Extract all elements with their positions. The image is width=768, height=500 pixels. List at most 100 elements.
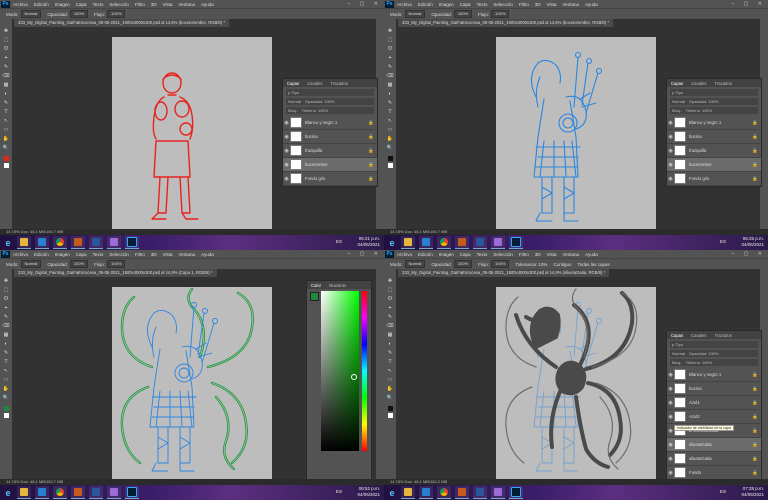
window-controls[interactable]: – ▢ ✕	[348, 1, 382, 7]
document-tab[interactable]: 333_My_Digital_Painting_GaiFaEscocesa_05…	[14, 269, 217, 277]
language-indicator[interactable]: ES	[336, 239, 342, 244]
eye-icon[interactable]: ◉	[667, 372, 674, 378]
layer-row[interactable]: ◉ frazquilla 🔒	[667, 144, 761, 158]
shape-icon[interactable]: □	[387, 127, 394, 133]
opacity-input[interactable]: 100%	[69, 10, 89, 18]
panel-tab[interactable]: Canales	[307, 81, 322, 86]
move-icon[interactable]: ✥	[387, 28, 394, 34]
text-icon[interactable]: T	[3, 109, 10, 115]
menu-item[interactable]: Capa	[76, 252, 87, 257]
app-icon[interactable]	[455, 486, 469, 499]
canvas[interactable]	[112, 37, 272, 229]
brush-icon[interactable]: ✎	[387, 64, 394, 70]
photoshop-icon[interactable]	[125, 486, 139, 499]
lasso-icon[interactable]: ʘ	[387, 296, 394, 302]
clock[interactable]: 07:28 p.m. 04/05/2021	[741, 486, 764, 498]
language-indicator[interactable]: ES	[336, 489, 342, 494]
menu-item[interactable]: Vista	[547, 252, 557, 257]
canvas[interactable]	[112, 287, 272, 479]
mode-select[interactable]: Normal	[404, 260, 426, 268]
menu-item[interactable]: Archivo	[397, 2, 412, 7]
menu-item[interactable]: Selección	[493, 2, 513, 7]
layer-row[interactable]: ◉ Fondo 🔒	[667, 466, 761, 480]
window-controls[interactable]: – ▢ ✕	[348, 251, 382, 257]
word-icon[interactable]	[89, 236, 103, 249]
panel-tab[interactable]: Capas	[671, 81, 683, 86]
layer-filter[interactable]: ρ Tipo	[286, 89, 374, 96]
media-icon[interactable]	[419, 236, 433, 249]
gradient-icon[interactable]: ▦	[3, 82, 10, 88]
document-tab[interactable]: 333_My_Digital_Painting_GaiFaEscocesa_05…	[398, 19, 613, 27]
crop-icon[interactable]: ⌖	[3, 305, 10, 311]
photoshop-icon[interactable]	[509, 236, 523, 249]
folder-icon[interactable]	[17, 486, 31, 499]
layer-row[interactable]: ◉ Azul2 🔒	[667, 410, 761, 424]
layer-row[interactable]: ◉ siluetaGaita 🔒	[667, 452, 761, 466]
dodge-icon[interactable]: ◐	[3, 341, 10, 347]
brush-icon[interactable]: ✎	[3, 314, 10, 320]
text-icon[interactable]: T	[387, 359, 394, 365]
tolerance-label[interactable]: Tolerancia: 10%	[515, 262, 547, 267]
menu-item[interactable]: Texto	[477, 252, 488, 257]
menu-item[interactable]: 3D	[535, 252, 541, 257]
menu-item[interactable]: Ventana	[179, 252, 196, 257]
crop-icon[interactable]: ⌖	[387, 305, 394, 311]
crop-icon[interactable]: ⌖	[3, 55, 10, 61]
menu-item[interactable]: Imagen	[55, 2, 70, 7]
menu-item[interactable]: Texto	[93, 252, 104, 257]
color-field[interactable]	[321, 291, 359, 451]
marquee-icon[interactable]: ⬚	[387, 37, 394, 43]
panel-tab[interactable]: Trazados	[714, 333, 731, 338]
eye-icon[interactable]: ◉	[283, 134, 290, 140]
zoom-icon[interactable]: 🔍	[387, 395, 394, 401]
word-icon[interactable]	[473, 486, 487, 499]
eye-icon[interactable]: ◉	[667, 414, 674, 420]
paint-icon[interactable]	[107, 486, 121, 499]
menu-item[interactable]: Ayuda	[201, 252, 214, 257]
marquee-icon[interactable]: ⬚	[387, 287, 394, 293]
paint-icon[interactable]	[491, 486, 505, 499]
mode-select[interactable]: Normal	[404, 10, 426, 18]
pen-icon[interactable]: ✎	[3, 350, 10, 356]
shape-icon[interactable]: □	[3, 127, 10, 133]
text-icon[interactable]: T	[387, 109, 394, 115]
word-icon[interactable]	[473, 236, 487, 249]
lasso-icon[interactable]: ʘ	[3, 46, 10, 52]
eye-icon[interactable]: ◉	[283, 162, 290, 168]
panel-tab[interactable]: Capas	[671, 333, 683, 338]
panel-tab[interactable]: Capas	[287, 81, 299, 86]
hand-icon[interactable]: ✋	[387, 386, 394, 392]
panel-tab[interactable]: Muestras	[329, 283, 346, 288]
layer-row[interactable]: ◉ Fondo gris 🔒	[283, 172, 377, 186]
blend-mode-select[interactable]: Normal Opacidad: 100%	[670, 98, 758, 105]
gradient-icon[interactable]: ▦	[3, 332, 10, 338]
pen-icon[interactable]: ✎	[3, 100, 10, 106]
move-icon[interactable]: ✥	[3, 278, 10, 284]
media-icon[interactable]	[419, 486, 433, 499]
layer-row[interactable]: ◉ bocetombre 🔒	[283, 158, 377, 172]
opacity-input[interactable]: 100%	[69, 260, 89, 268]
flow-input[interactable]: 100%	[491, 260, 510, 268]
opacity-input[interactable]: 100%	[453, 10, 473, 18]
folder-icon[interactable]	[401, 236, 415, 249]
panel-tab[interactable]: Color	[311, 283, 321, 288]
eye-icon[interactable]: ◉	[667, 386, 674, 392]
language-indicator[interactable]: ES	[720, 489, 726, 494]
current-color-swatch[interactable]	[310, 292, 319, 301]
menu-item[interactable]: Archivo	[13, 2, 28, 7]
background-color-swatch[interactable]	[3, 413, 9, 418]
zoom-icon[interactable]: 🔍	[3, 145, 10, 151]
clock[interactable]: 06:21 p.m. 04/05/2021	[357, 236, 380, 248]
menu-item[interactable]: Filtro	[135, 2, 145, 7]
blend-mode-select[interactable]: Normal Opacidad: 100%	[286, 98, 374, 105]
panel-tab[interactable]: Trazados	[330, 81, 347, 86]
path-select-icon[interactable]: ↖	[387, 118, 394, 124]
language-indicator[interactable]: ES	[720, 239, 726, 244]
menu-item[interactable]: Archivo	[13, 252, 28, 257]
layer-row[interactable]: ◉ frazquilla 🔒	[283, 144, 377, 158]
layer-row[interactable]: ◉ siluetaGaita 🔒	[667, 438, 761, 452]
menu-item[interactable]: Ayuda	[585, 2, 598, 7]
gradient-icon[interactable]: ▦	[387, 332, 394, 338]
menu-item[interactable]: Filtro	[519, 2, 529, 7]
shape-icon[interactable]: □	[387, 377, 394, 383]
